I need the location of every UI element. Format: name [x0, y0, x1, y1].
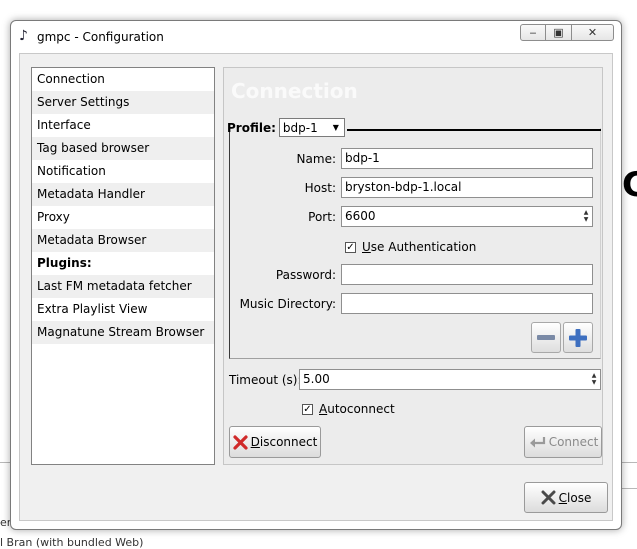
- port-label: Port:: [308, 210, 336, 224]
- maximize-icon: ▣: [553, 26, 564, 39]
- background-text-fragment: l Bran (with bundled Web): [0, 536, 144, 549]
- spin-arrows-icon[interactable]: ▲ ▼: [590, 372, 598, 386]
- music-directory-label: Music Directory:: [239, 297, 336, 311]
- close-button[interactable]: Close: [524, 482, 608, 513]
- autoconnect-label: Autoconnect: [319, 402, 395, 416]
- port-spinbox[interactable]: 6600 ▲ ▼: [341, 206, 593, 227]
- sidebar-item-proxy[interactable]: Proxy: [32, 206, 214, 229]
- use-authentication-checkbox[interactable]: ✓: [345, 241, 356, 253]
- disconnect-button[interactable]: Disconnect: [229, 426, 321, 458]
- sidebar-item-lastfm[interactable]: Last FM metadata fetcher: [32, 275, 214, 298]
- arrow-connect-icon: [529, 437, 545, 448]
- connect-label: Connect: [548, 435, 599, 449]
- sidebar-item-server-settings[interactable]: Server Settings: [32, 91, 214, 114]
- connect-button[interactable]: Connect: [524, 426, 602, 458]
- sidebar-item-notification[interactable]: Notification: [32, 160, 214, 183]
- sidebar-item-interface[interactable]: Interface: [32, 114, 214, 137]
- password-label: Password:: [275, 268, 336, 282]
- sidebar-item-extra-playlist[interactable]: Extra Playlist View: [32, 298, 214, 321]
- name-field[interactable]: bdp-1: [341, 148, 593, 169]
- sidebar-item-connection[interactable]: Connection: [32, 68, 214, 91]
- background-divider: [622, 488, 637, 489]
- red-x-icon: [233, 434, 248, 450]
- configuration-window: ♪ gmpc - Configuration ‒ ▣ ✕ Connection …: [10, 20, 622, 530]
- minimize-icon: ‒: [529, 26, 537, 39]
- sidebar-item-magnatune[interactable]: Magnatune Stream Browser: [32, 321, 214, 344]
- music-directory-field[interactable]: [341, 293, 593, 314]
- disconnect-label: Disconnect: [250, 435, 318, 449]
- music-note-icon: ♪: [19, 28, 28, 44]
- password-field[interactable]: [341, 264, 593, 285]
- spin-arrows-icon[interactable]: ▲ ▼: [582, 209, 590, 223]
- host-field[interactable]: bryston-bdp-1.local: [341, 177, 593, 198]
- host-label: Host:: [304, 181, 336, 195]
- profile-row: Profile: bdp-1 ▼: [227, 118, 345, 137]
- connection-panel: Connection Profile: bdp-1 ▼ Name: bdp-1 …: [223, 67, 603, 465]
- minimize-button[interactable]: ‒: [520, 24, 546, 41]
- title-bar[interactable]: ♪ gmpc - Configuration ‒ ▣ ✕: [11, 21, 621, 53]
- close-window-button[interactable]: ✕: [572, 24, 614, 41]
- profile-value: bdp-1: [282, 120, 318, 135]
- close-icon: ✕: [587, 26, 598, 39]
- profile-select[interactable]: bdp-1 ▼: [278, 118, 345, 137]
- add-profile-button[interactable]: [563, 322, 593, 353]
- name-label: Name:: [296, 152, 336, 166]
- page-title: Connection: [231, 79, 358, 103]
- sidebar-item-metadata-handler[interactable]: Metadata Handler: [32, 183, 214, 206]
- profile-label: Profile:: [227, 120, 276, 135]
- dialog-body: Connection Server Settings Interface Tag…: [19, 53, 613, 521]
- timeout-value: 5.00: [303, 372, 330, 386]
- close-label: Close: [558, 490, 592, 505]
- chevron-down-icon: ▼: [332, 123, 339, 132]
- frame-divider: [347, 129, 601, 131]
- plus-icon: [569, 328, 587, 347]
- close-x-icon: [541, 490, 556, 505]
- autoconnect-checkbox[interactable]: ✓: [302, 403, 313, 415]
- use-authentication-label: Use Authentication: [362, 240, 477, 254]
- sidebar-heading-plugins: Plugins:: [37, 256, 92, 270]
- autoconnect-row[interactable]: ✓ Autoconnect: [302, 402, 395, 416]
- settings-sidebar: Connection Server Settings Interface Tag…: [31, 67, 215, 465]
- maximize-button[interactable]: ▣: [546, 24, 572, 41]
- port-value: 6600: [345, 209, 376, 223]
- window-title: gmpc - Configuration: [37, 30, 164, 44]
- background-divider: [622, 462, 637, 463]
- use-authentication-row[interactable]: ✓ Use Authentication: [345, 240, 476, 254]
- sidebar-item-tag-browser[interactable]: Tag based browser: [32, 137, 214, 160]
- background-text-fragment: C: [622, 165, 637, 205]
- timeout-label: Timeout (s):: [229, 373, 302, 387]
- minus-icon: [537, 334, 555, 340]
- remove-profile-button[interactable]: [531, 322, 561, 353]
- window-controls: ‒ ▣ ✕: [520, 24, 614, 41]
- timeout-spinbox[interactable]: 5.00 ▲ ▼: [299, 369, 601, 390]
- sidebar-item-metadata-browser[interactable]: Metadata Browser: [32, 229, 214, 252]
